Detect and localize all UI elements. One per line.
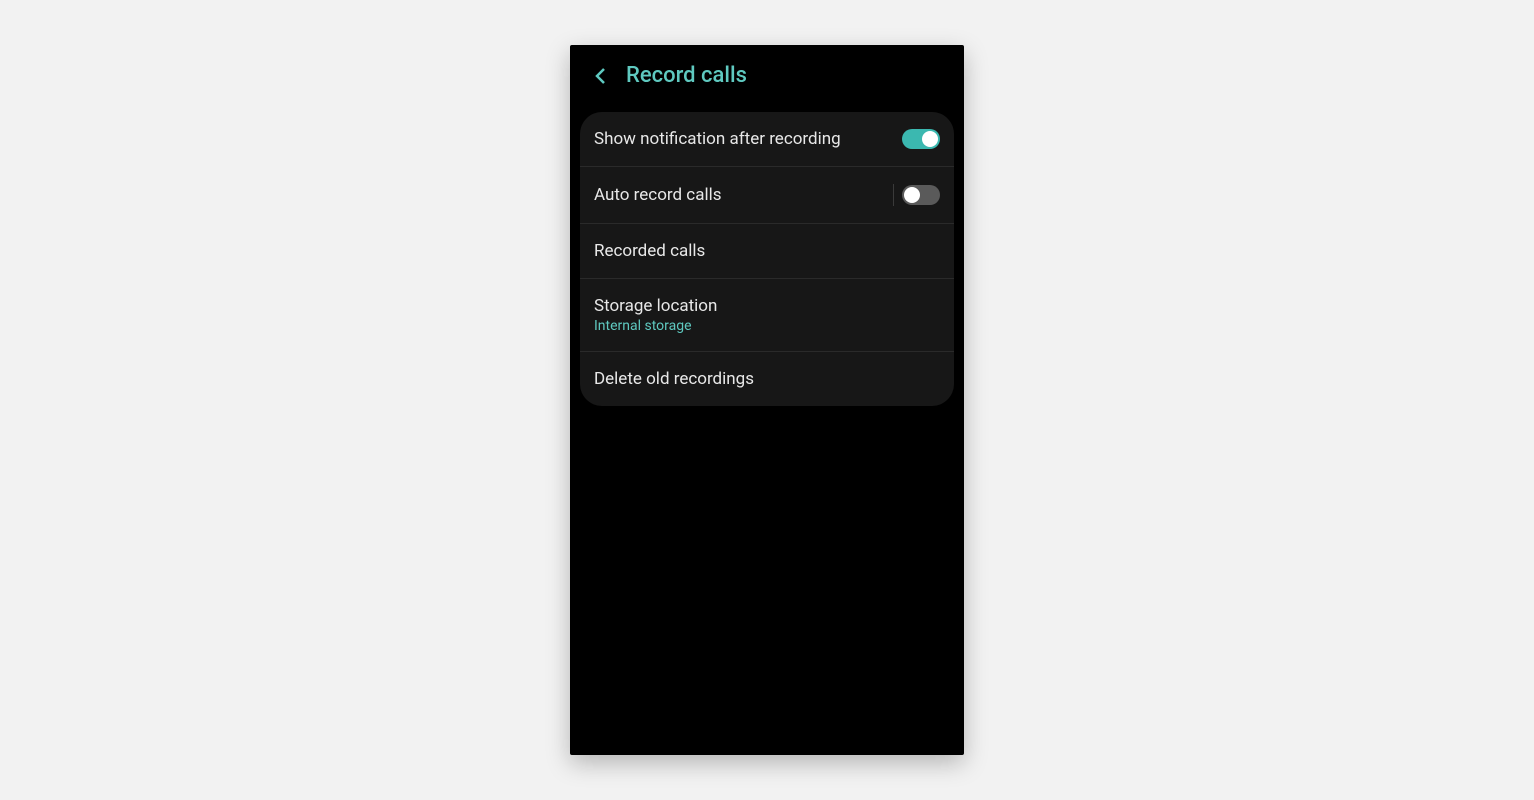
setting-subtext: Internal storage [594, 318, 717, 334]
setting-recorded-calls[interactable]: Recorded calls [580, 224, 954, 279]
setting-label: Storage location [594, 296, 717, 316]
toggle-auto-record[interactable] [902, 185, 940, 205]
setting-label: Show notification after recording [594, 129, 841, 149]
toggle-show-notification[interactable] [902, 129, 940, 149]
divider-vertical [893, 184, 894, 206]
setting-text: Storage location Internal storage [594, 296, 717, 334]
toggle-wrapper [893, 184, 940, 206]
phone-screen: Record calls Show notification after rec… [570, 45, 964, 755]
toggle-knob [922, 131, 938, 147]
setting-label: Auto record calls [594, 185, 721, 205]
toggle-knob [904, 187, 920, 203]
header: Record calls [570, 45, 964, 102]
setting-text: Recorded calls [594, 241, 705, 261]
setting-text: Show notification after recording [594, 129, 841, 149]
setting-text: Auto record calls [594, 185, 721, 205]
setting-label: Delete old recordings [594, 369, 754, 389]
page-title: Record calls [626, 63, 747, 88]
setting-show-notification[interactable]: Show notification after recording [580, 112, 954, 167]
setting-delete-old[interactable]: Delete old recordings [580, 352, 954, 406]
setting-text: Delete old recordings [594, 369, 754, 389]
setting-auto-record[interactable]: Auto record calls [580, 167, 954, 224]
setting-storage-location[interactable]: Storage location Internal storage [580, 279, 954, 352]
setting-label: Recorded calls [594, 241, 705, 261]
back-icon[interactable] [590, 66, 610, 86]
settings-card: Show notification after recording Auto r… [580, 112, 954, 406]
